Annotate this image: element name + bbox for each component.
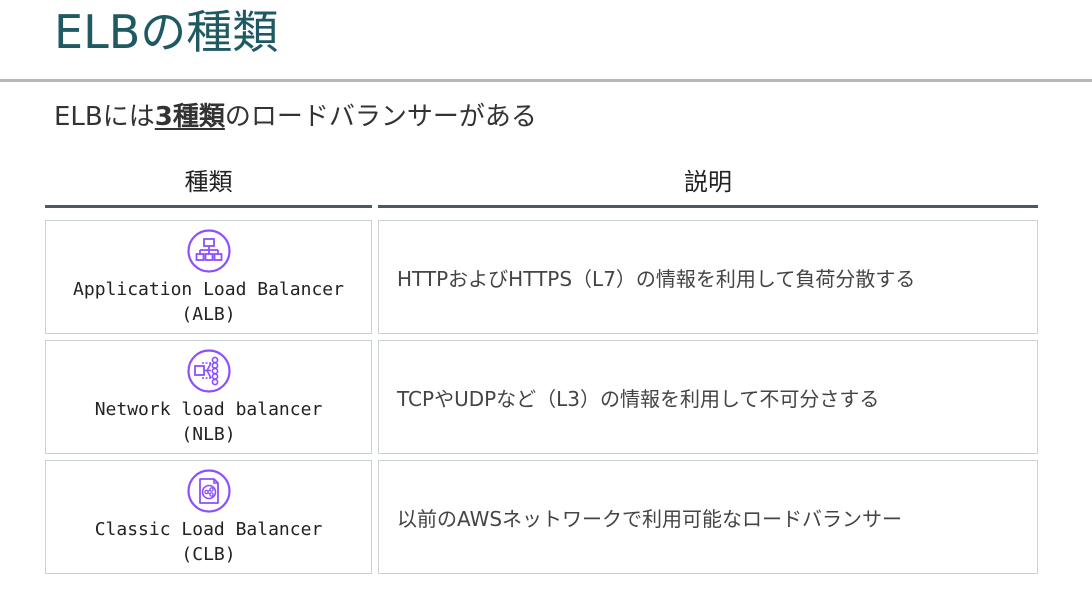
- row-alb-name: Application Load Balancer (ALB): [46, 277, 371, 327]
- column-header-type: 種類: [184, 168, 233, 196]
- column-header-description: 説明: [684, 168, 732, 196]
- row-clb-name-line1: Classic Load Balancer: [94, 519, 323, 540]
- application-load-balancer-icon: [186, 229, 231, 273]
- slide-subtitle: ELBには3種類のロードバランサーがある: [54, 100, 537, 134]
- classic-load-balancer-icon: [186, 469, 231, 513]
- row-nlb-description-text: TCPやUDPなど（L3）の情報を利用して不可分さする: [397, 386, 880, 411]
- subtitle-emphasis: 3種類: [154, 102, 225, 132]
- table-row-clb-description: 以前のAWSネットワークで利用可能なロードバランサー: [378, 460, 1038, 574]
- row-alb-name-line1: Application Load Balancer: [73, 279, 344, 300]
- row-clb-description-text: 以前のAWSネットワークで利用可能なロードバランサー: [397, 506, 903, 531]
- table-row-clb-type: Classic Load Balancer (CLB): [45, 460, 372, 574]
- subtitle-suffix: のロードバランサーがある: [224, 102, 537, 132]
- row-nlb-name: Network load balancer (NLB): [46, 397, 371, 447]
- table-row-nlb-type: Network load balancer (NLB): [45, 340, 372, 454]
- table-row-nlb-description: TCPやUDPなど（L3）の情報を利用して不可分さする: [378, 340, 1038, 454]
- title-divider: [0, 79, 1092, 82]
- subtitle-prefix: ELBには: [54, 102, 155, 132]
- row-clb-name-line2: (CLB): [181, 544, 236, 565]
- slide-title: ELBの種類: [54, 5, 279, 59]
- table-row-alb-description: HTTPおよびHTTPS（L7）の情報を利用して負荷分散する: [378, 220, 1038, 334]
- column-header-rule-description: [378, 205, 1038, 208]
- slide: ELBの種類 ELBには3種類のロードバランサーがある 種類 説明 Applic…: [0, 0, 1092, 610]
- row-nlb-name-line2: (NLB): [181, 424, 236, 445]
- column-header-rule-type: [45, 205, 372, 208]
- row-nlb-name-line1: Network load balancer: [94, 399, 323, 420]
- network-load-balancer-icon: [186, 349, 231, 393]
- row-alb-name-line2: (ALB): [181, 304, 236, 325]
- table-row-alb-type: Application Load Balancer (ALB): [45, 220, 372, 334]
- row-clb-name: Classic Load Balancer (CLB): [46, 517, 371, 567]
- row-alb-description-text: HTTPおよびHTTPS（L7）の情報を利用して負荷分散する: [397, 266, 916, 291]
